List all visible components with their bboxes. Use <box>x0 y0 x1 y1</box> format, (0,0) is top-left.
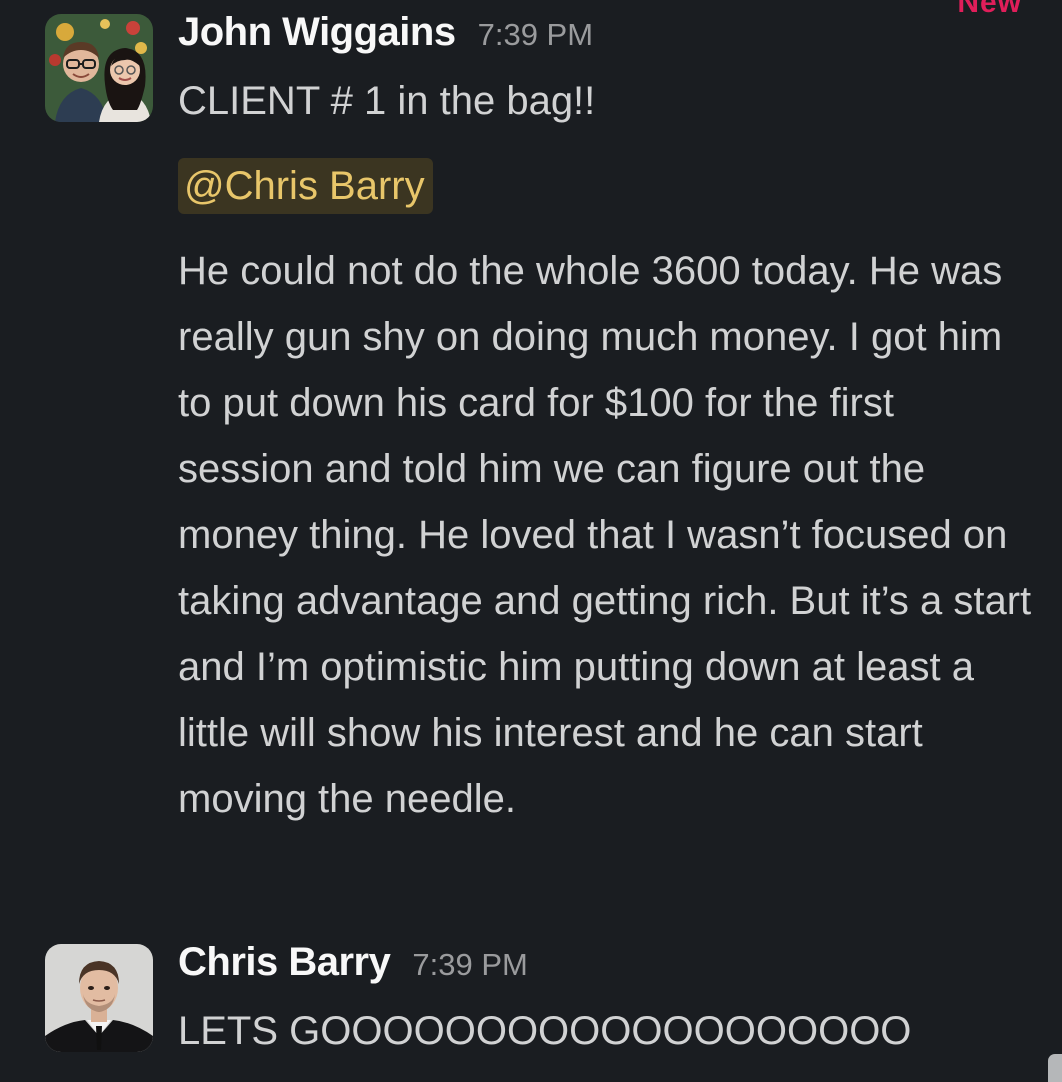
message-timestamp[interactable]: 7:39 PM <box>478 17 593 53</box>
user-mention[interactable]: @Chris Barry <box>178 158 433 214</box>
message-header: John Wiggains 7:39 PM <box>178 10 1034 66</box>
mention-line: @Chris Barry <box>178 158 1034 216</box>
man-in-suit-avatar-icon <box>45 944 153 1052</box>
message-content: Chris Barry 7:39 PM LETS GOOOOOOOOOOOOOO… <box>178 940 1034 1064</box>
scrollbar-thumb[interactable] <box>1048 1054 1062 1082</box>
message-content: John Wiggains 7:39 PM CLIENT # 1 in the … <box>178 10 1034 832</box>
message-header: Chris Barry 7:39 PM <box>178 940 1034 996</box>
sender-name[interactable]: John Wiggains <box>178 10 456 55</box>
message-text: LETS GOOOOOOOOOOOOOOOOOOO <box>178 1009 912 1053</box>
sender-name[interactable]: Chris Barry <box>178 940 391 985</box>
avatar[interactable] <box>45 14 153 122</box>
message-paragraph: He could not do the whole 3600 today. He… <box>178 249 1032 821</box>
couple-photo-avatar-icon <box>45 14 153 122</box>
avatar[interactable] <box>45 944 153 1052</box>
message-text: CLIENT # 1 in the bag!! <box>178 79 596 123</box>
message-timestamp[interactable]: 7:39 PM <box>412 947 527 983</box>
